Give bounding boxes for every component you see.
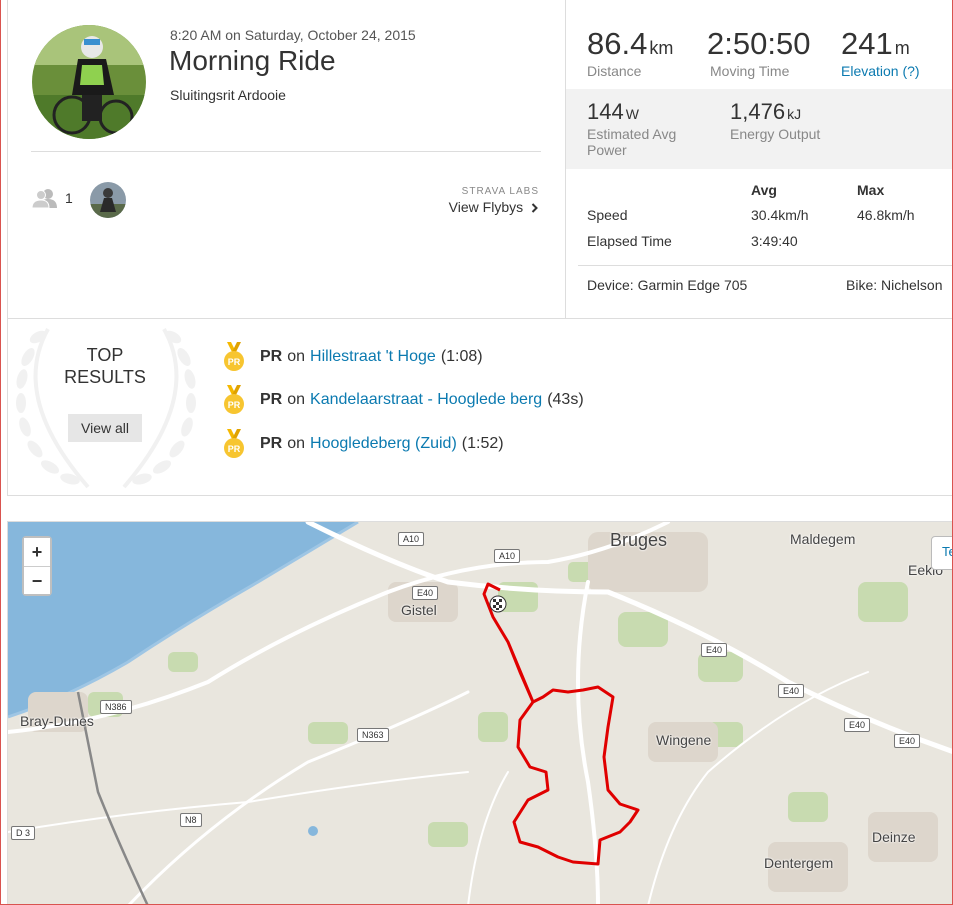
map-tiles [8, 522, 952, 904]
zoom-out-button[interactable]: − [24, 566, 50, 594]
map-label-wingene: Wingene [656, 732, 712, 748]
stat-distance: 86.4 km Distance [587, 26, 673, 79]
view-flybys-link[interactable]: View Flybys [449, 199, 539, 215]
energy-value: 1,476 [730, 99, 786, 124]
road-shield: N386 [100, 700, 132, 714]
speed-max: 46.8km/h [857, 207, 915, 223]
activity-description: Sluitingsrit Ardooie [170, 87, 286, 103]
map-toggle-button[interactable]: Te [931, 536, 952, 570]
segment-time: (1:08) [440, 348, 483, 365]
list-item: PR PR on Hillestraat 't Hoge (1:08) [222, 342, 483, 372]
top-results-card: TOP RESULTS View all PR PR on Hillestraa… [7, 319, 953, 496]
stat-power: 144 W Estimated Avg Power [587, 99, 676, 158]
athletes-group[interactable]: 1 [32, 188, 73, 208]
activity-title: Morning Ride [169, 45, 336, 76]
table-row: Elapsed Time 3:49:40 [587, 233, 947, 253]
map-label-bray-dunes: Bray-Dunes [20, 713, 94, 729]
pr-on: on [287, 348, 306, 365]
road-shield: A10 [494, 549, 521, 563]
group-athlete-avatar[interactable] [90, 182, 126, 218]
chevron-right-icon [531, 203, 538, 213]
top-results-heading: TOP RESULTS [52, 344, 158, 388]
road-shield: E40 [412, 586, 439, 600]
segment-link[interactable]: Kandelaarstraat - Hooglede berg [310, 391, 542, 409]
athlete-avatar[interactable] [32, 25, 146, 139]
power-value: 144 [587, 99, 624, 124]
road-shield: E40 [844, 718, 871, 732]
row-label-speed: Speed [587, 207, 628, 223]
segment-time: (1:52) [461, 435, 504, 452]
road-shield: E40 [894, 734, 921, 748]
header-max: Max [857, 182, 885, 198]
stats-table-header: Avg Max [587, 182, 947, 202]
bike-info: Bike: Nichelson [846, 277, 943, 293]
map-label-maldegem: Maldegem [790, 531, 856, 547]
power-label-line1: Estimated Avg [587, 126, 677, 142]
distance-unit: km [649, 38, 674, 58]
top-results-heading-line2: RESULTS [64, 367, 146, 387]
pr-tag: PR [260, 435, 283, 452]
pr-tag: PR [260, 391, 283, 408]
zoom-in-button[interactable]: + [24, 538, 50, 566]
elevation-help-link[interactable]: Elevation (?) [841, 63, 920, 79]
top-results-heading-line1: TOP [86, 345, 124, 365]
road-shield: D 3 [11, 826, 36, 840]
divider [578, 265, 953, 266]
header-avg: Avg [751, 182, 777, 198]
segment-link[interactable]: Hillestraat 't Hoge [310, 348, 436, 366]
map-label-dentergem: Dentergem [764, 855, 834, 871]
pr-tag: PR [260, 348, 283, 365]
speed-avg: 30.4km/h [751, 207, 809, 223]
stats-panel: 86.4 km Distance 2:50:50 Moving Time 241 m… [565, 0, 953, 319]
energy-label: Energy Output [730, 126, 821, 142]
map-label-gistel: Gistel [401, 602, 437, 618]
power-unit: W [625, 106, 639, 122]
road-shield: N363 [357, 728, 389, 742]
road-shield: A10 [398, 532, 425, 546]
view-all-button[interactable]: View all [68, 414, 142, 442]
pr-medal-icon: PR [224, 342, 244, 371]
segment-time: (43s) [547, 391, 584, 408]
svg-text:PR: PR [228, 444, 241, 454]
elapsed-avg: 3:49:40 [751, 233, 798, 249]
strava-labs: STRAVA LABS View Flybys [449, 186, 539, 215]
pr-medal-icon: PR [224, 385, 244, 414]
stat-elevation: 241 m Elevation (?) [841, 26, 920, 79]
route-map[interactable]: + − Bruges Maldegem Eeklo Gistel Bray-Du… [7, 521, 953, 905]
elevation-value: 241 [841, 26, 893, 61]
view-flybys-label: View Flybys [448, 199, 524, 215]
divider [31, 151, 541, 152]
group-athletes-icon [32, 189, 57, 208]
athletes-count: 1 [65, 190, 73, 206]
elevation-unit: m [894, 38, 910, 58]
moving-time-value: 2:50:50 [707, 26, 811, 61]
power-label-line2: Power [587, 142, 627, 158]
svg-text:PR: PR [228, 400, 241, 410]
activity-datetime: 8:20 AM on Saturday, October 24, 2015 [170, 27, 416, 43]
energy-unit: kJ [787, 106, 802, 122]
map-label-bruges: Bruges [610, 530, 668, 550]
table-row: Speed 30.4km/h 46.8km/h [587, 207, 947, 227]
pr-medal-icon: PR [224, 429, 244, 458]
list-item: PR PR on Kandelaarstraat - Hooglede berg… [222, 385, 584, 415]
svg-text:PR: PR [228, 357, 241, 367]
strava-labs-tag: STRAVA LABS [461, 186, 539, 197]
device-info: Device: Garmin Edge 705 [587, 277, 748, 293]
stat-moving-time: 2:50:50 Moving Time [707, 26, 810, 79]
zoom-controls: + − [22, 536, 52, 596]
pr-on: on [287, 391, 306, 408]
secondary-stats: 144 W Estimated Avg Power 1,476 kJ Energy … [566, 89, 953, 169]
stat-energy: 1,476 kJ Energy Output [730, 99, 820, 142]
row-label-elapsed: Elapsed Time [587, 233, 672, 249]
road-shield: E40 [778, 684, 805, 698]
moving-time-label: Moving Time [710, 63, 790, 79]
pr-on: on [287, 435, 306, 452]
distance-value: 86.4 [587, 26, 648, 61]
segment-link[interactable]: Hoogledeberg (Zuid) [310, 435, 457, 453]
list-item: PR PR on Hoogledeberg (Zuid) (1:52) [222, 429, 504, 459]
road-shield: N8 [180, 813, 202, 827]
road-shield: E40 [701, 643, 728, 657]
map-label-deinze: Deinze [872, 829, 916, 845]
distance-label: Distance [587, 63, 642, 79]
